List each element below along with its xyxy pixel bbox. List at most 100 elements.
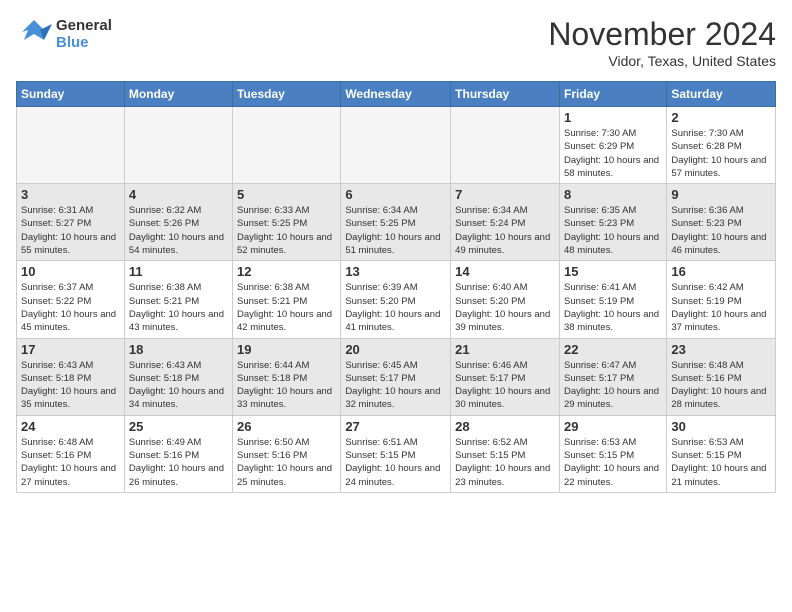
day-number: 1 [564, 110, 662, 125]
calendar-cell: 11 Sunrise: 6:38 AMSunset: 5:21 PMDayligh… [124, 261, 232, 338]
weekday-header: Friday [559, 82, 666, 107]
day-info: Sunrise: 6:42 AMSunset: 5:19 PMDaylight:… [671, 281, 771, 334]
weekday-header: Monday [124, 82, 232, 107]
day-info: Sunrise: 6:46 AMSunset: 5:17 PMDaylight:… [455, 359, 555, 412]
calendar-cell: 8 Sunrise: 6:35 AMSunset: 5:23 PMDaylight… [559, 184, 666, 261]
calendar-cell: 16 Sunrise: 6:42 AMSunset: 5:19 PMDayligh… [667, 261, 776, 338]
calendar-cell: 28 Sunrise: 6:52 AMSunset: 5:15 PMDayligh… [451, 415, 560, 492]
calendar-cell: 24Sunrise: 6:48 AMSunset: 5:16 PMDayligh… [17, 415, 125, 492]
day-info: Sunrise: 6:44 AMSunset: 5:18 PMDaylight:… [237, 359, 336, 412]
day-info: Sunrise: 6:41 AMSunset: 5:19 PMDaylight:… [564, 281, 662, 334]
day-number: 5 [237, 187, 336, 202]
day-info: Sunrise: 6:34 AMSunset: 5:25 PMDaylight:… [345, 204, 446, 257]
logo-text: General Blue [56, 17, 112, 51]
calendar-cell: 30 Sunrise: 6:53 AMSunset: 5:15 PMDayligh… [667, 415, 776, 492]
location: Vidor, Texas, United States [548, 53, 776, 69]
logo-icon [16, 16, 52, 52]
day-number: 17 [21, 342, 120, 357]
day-number: 29 [564, 419, 662, 434]
calendar-cell: 2 Sunrise: 7:30 AMSunset: 6:28 PMDaylight… [667, 107, 776, 184]
day-number: 30 [671, 419, 771, 434]
calendar-cell [233, 107, 341, 184]
day-info: Sunrise: 6:38 AMSunset: 5:21 PMDaylight:… [129, 281, 228, 334]
page-header: General Blue November 2024 Vidor, Texas,… [16, 16, 776, 69]
day-info: Sunrise: 6:38 AMSunset: 5:21 PMDaylight:… [237, 281, 336, 334]
calendar-cell: 21Sunrise: 6:46 AMSunset: 5:17 PMDayligh… [451, 338, 560, 415]
day-number: 20 [345, 342, 446, 357]
day-info: Sunrise: 7:30 AMSunset: 6:29 PMDaylight:… [564, 127, 662, 180]
day-info: Sunrise: 7:30 AMSunset: 6:28 PMDaylight:… [671, 127, 771, 180]
day-number: 18 [129, 342, 228, 357]
calendar-cell [341, 107, 451, 184]
day-info: Sunrise: 6:36 AMSunset: 5:23 PMDaylight:… [671, 204, 771, 257]
calendar-cell: 26 Sunrise: 6:50 AMSunset: 5:16 PMDayligh… [233, 415, 341, 492]
day-number: 14 [455, 264, 555, 279]
day-number: 16 [671, 264, 771, 279]
calendar-cell: 13Sunrise: 6:39 AMSunset: 5:20 PMDayligh… [341, 261, 451, 338]
day-info: Sunrise: 6:49 AMSunset: 5:16 PMDaylight:… [129, 436, 228, 489]
day-info: Sunrise: 6:51 AMSunset: 5:15 PMDaylight:… [345, 436, 446, 489]
calendar-cell: 15Sunrise: 6:41 AMSunset: 5:19 PMDayligh… [559, 261, 666, 338]
calendar-cell: 1 Sunrise: 7:30 AMSunset: 6:29 PMDaylight… [559, 107, 666, 184]
day-number: 28 [455, 419, 555, 434]
day-info: Sunrise: 6:40 AMSunset: 5:20 PMDaylight:… [455, 281, 555, 334]
day-number: 26 [237, 419, 336, 434]
day-info: Sunrise: 6:48 AMSunset: 5:16 PMDaylight:… [21, 436, 120, 489]
calendar-cell: 5 Sunrise: 6:33 AMSunset: 5:25 PMDaylight… [233, 184, 341, 261]
day-info: Sunrise: 6:52 AMSunset: 5:15 PMDaylight:… [455, 436, 555, 489]
day-info: Sunrise: 6:35 AMSunset: 5:23 PMDaylight:… [564, 204, 662, 257]
day-number: 19 [237, 342, 336, 357]
day-info: Sunrise: 6:48 AMSunset: 5:16 PMDaylight:… [671, 359, 771, 412]
title-block: November 2024 Vidor, Texas, United State… [548, 16, 776, 69]
weekday-header: Saturday [667, 82, 776, 107]
calendar-cell: 25 Sunrise: 6:49 AMSunset: 5:16 PMDayligh… [124, 415, 232, 492]
logo: General Blue [16, 16, 112, 52]
calendar-cell: 20 Sunrise: 6:45 AMSunset: 5:17 PMDayligh… [341, 338, 451, 415]
weekday-header: Tuesday [233, 82, 341, 107]
day-number: 7 [455, 187, 555, 202]
day-number: 8 [564, 187, 662, 202]
calendar-cell [17, 107, 125, 184]
weekday-header: Thursday [451, 82, 560, 107]
day-info: Sunrise: 6:32 AMSunset: 5:26 PMDaylight:… [129, 204, 228, 257]
day-info: Sunrise: 6:37 AMSunset: 5:22 PMDaylight:… [21, 281, 120, 334]
calendar-cell [451, 107, 560, 184]
day-number: 6 [345, 187, 446, 202]
calendar-cell: 27Sunrise: 6:51 AMSunset: 5:15 PMDayligh… [341, 415, 451, 492]
calendar-cell: 22 Sunrise: 6:47 AMSunset: 5:17 PMDayligh… [559, 338, 666, 415]
day-info: Sunrise: 6:39 AMSunset: 5:20 PMDaylight:… [345, 281, 446, 334]
day-info: Sunrise: 6:31 AMSunset: 5:27 PMDaylight:… [21, 204, 120, 257]
calendar-cell: 14 Sunrise: 6:40 AMSunset: 5:20 PMDayligh… [451, 261, 560, 338]
calendar-cell: 19 Sunrise: 6:44 AMSunset: 5:18 PMDayligh… [233, 338, 341, 415]
logo-general: General [56, 17, 112, 34]
day-number: 25 [129, 419, 228, 434]
calendar-cell: 4 Sunrise: 6:32 AMSunset: 5:26 PMDaylight… [124, 184, 232, 261]
day-number: 4 [129, 187, 228, 202]
day-info: Sunrise: 6:53 AMSunset: 5:15 PMDaylight:… [671, 436, 771, 489]
calendar-cell: 3 Sunrise: 6:31 AMSunset: 5:27 PMDaylight… [17, 184, 125, 261]
calendar-cell: 23 Sunrise: 6:48 AMSunset: 5:16 PMDayligh… [667, 338, 776, 415]
day-number: 9 [671, 187, 771, 202]
day-info: Sunrise: 6:33 AMSunset: 5:25 PMDaylight:… [237, 204, 336, 257]
day-number: 23 [671, 342, 771, 357]
day-info: Sunrise: 6:45 AMSunset: 5:17 PMDaylight:… [345, 359, 446, 412]
day-number: 12 [237, 264, 336, 279]
calendar-cell: 9 Sunrise: 6:36 AMSunset: 5:23 PMDaylight… [667, 184, 776, 261]
calendar-cell: 10 Sunrise: 6:37 AMSunset: 5:22 PMDayligh… [17, 261, 125, 338]
logo-blue: Blue [56, 34, 112, 51]
day-info: Sunrise: 6:47 AMSunset: 5:17 PMDaylight:… [564, 359, 662, 412]
day-number: 3 [21, 187, 120, 202]
day-info: Sunrise: 6:50 AMSunset: 5:16 PMDaylight:… [237, 436, 336, 489]
day-number: 10 [21, 264, 120, 279]
day-number: 22 [564, 342, 662, 357]
calendar-table: SundayMondayTuesdayWednesdayThursdayFrid… [16, 81, 776, 493]
calendar-cell: 29Sunrise: 6:53 AMSunset: 5:15 PMDayligh… [559, 415, 666, 492]
day-info: Sunrise: 6:34 AMSunset: 5:24 PMDaylight:… [455, 204, 555, 257]
day-number: 2 [671, 110, 771, 125]
day-number: 11 [129, 264, 228, 279]
month-title: November 2024 [548, 16, 776, 53]
calendar-cell: 6 Sunrise: 6:34 AMSunset: 5:25 PMDaylight… [341, 184, 451, 261]
calendar-cell: 17Sunrise: 6:43 AMSunset: 5:18 PMDayligh… [17, 338, 125, 415]
weekday-header: Wednesday [341, 82, 451, 107]
weekday-header: Sunday [17, 82, 125, 107]
